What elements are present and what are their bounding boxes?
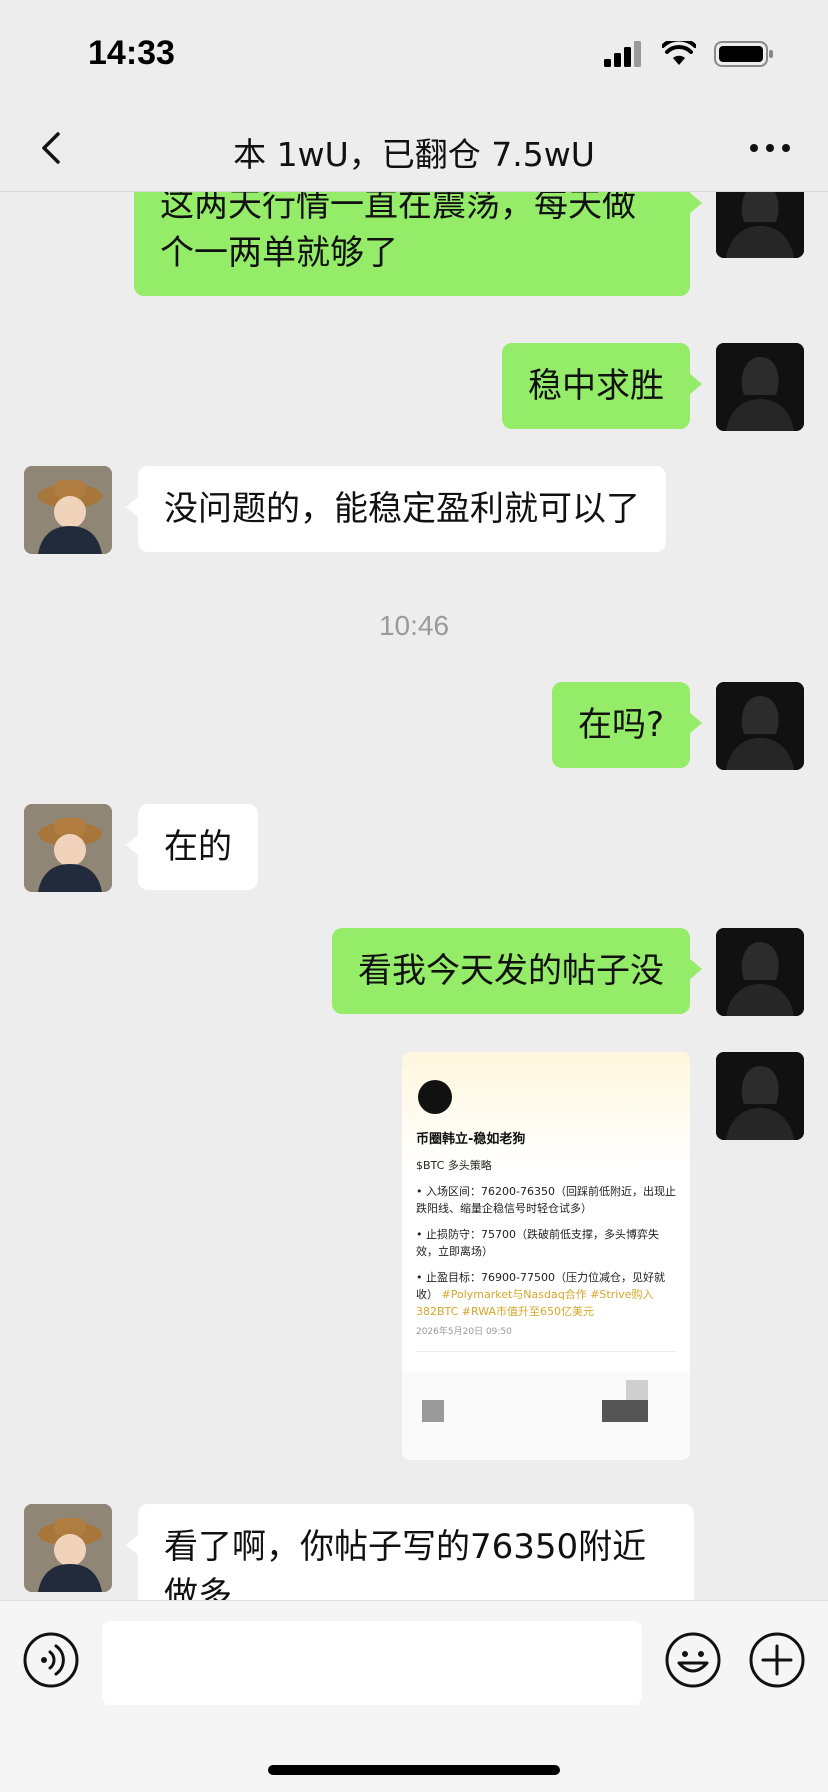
my-avatar[interactable]	[716, 343, 804, 431]
post-stop-loss: • 止损防守：75700（跌破前低支撑，多头博弈失效，立即离场）	[416, 1228, 659, 1258]
message-bubble[interactable]: 看我今天发的帖子没	[332, 928, 702, 1014]
my-avatar[interactable]	[716, 192, 804, 258]
input-bar	[0, 1600, 828, 1792]
post-tags: #Polymarket与Nasdaq合作 #Strive购入382BTC #RW…	[416, 1288, 654, 1318]
message-bubble[interactable]: 这两天行情一直在震荡，每天做个一两单就够了	[134, 192, 702, 296]
wifi-icon	[662, 41, 696, 65]
home-indicator	[268, 1765, 560, 1775]
more-dots-icon[interactable]	[746, 126, 794, 170]
message-bubble[interactable]: 没问题的，能稳定盈利就可以了	[126, 466, 666, 552]
post-entry: • 入场区间：76200-76350（回踩前低附近，出现止跌阳线、缩量企稳信号时…	[416, 1185, 676, 1215]
my-avatar[interactable]	[716, 928, 804, 1016]
post-date: 2026年5月20日 09:50	[416, 1327, 512, 1337]
battery-icon	[714, 41, 773, 67]
my-avatar[interactable]	[716, 1052, 804, 1140]
chat-title: 本 1wU，已翻仓 7.5wU	[233, 135, 595, 174]
nav-bar: 本 1wU，已翻仓 7.5wU	[0, 104, 828, 192]
message-input[interactable]	[102, 1621, 642, 1705]
my-avatar[interactable]	[716, 682, 804, 770]
timestamp: 10:46	[378, 610, 450, 641]
post-author-avatar	[418, 1080, 452, 1114]
post-body: $BTC 多头策略 • 入场区间：76200-76350（回踩前低附近，出现止跌…	[416, 1157, 676, 1320]
contact-avatar[interactable]	[24, 804, 112, 892]
contact-avatar[interactable]	[24, 1504, 112, 1592]
post-author: 币圈韩立-稳如老狗	[416, 1132, 526, 1147]
post-title: $BTC 多头策略	[416, 1159, 492, 1172]
shared-post-image[interactable]: 币圈韩立-稳如老狗 $BTC 多头策略 • 入场区间：76200-76350（回…	[402, 1052, 690, 1460]
plus-icon[interactable]	[748, 1631, 806, 1689]
message-bubble[interactable]: 稳中求胜	[502, 343, 702, 429]
voice-icon[interactable]	[22, 1631, 80, 1689]
signal-icon	[604, 41, 641, 67]
status-icons	[604, 40, 774, 68]
message-bubble[interactable]: 在吗?	[551, 682, 703, 768]
contact-avatar[interactable]	[24, 466, 112, 554]
status-bar: 14:33	[0, 0, 828, 104]
post-divider	[416, 1351, 676, 1352]
emoji-icon[interactable]	[664, 1631, 722, 1689]
chat-area[interactable]: 这两天行情一直在震荡，每天做个一两单就够了 稳中求胜 没问题的，能稳定盈利就可以…	[0, 192, 828, 1600]
status-time: 14:33	[88, 34, 175, 72]
message-bubble[interactable]: 在的	[126, 804, 258, 890]
post-blurred-area	[402, 1372, 690, 1460]
message-bubble[interactable]: 看了啊，你帖子写的76350附近做多	[126, 1504, 694, 1600]
